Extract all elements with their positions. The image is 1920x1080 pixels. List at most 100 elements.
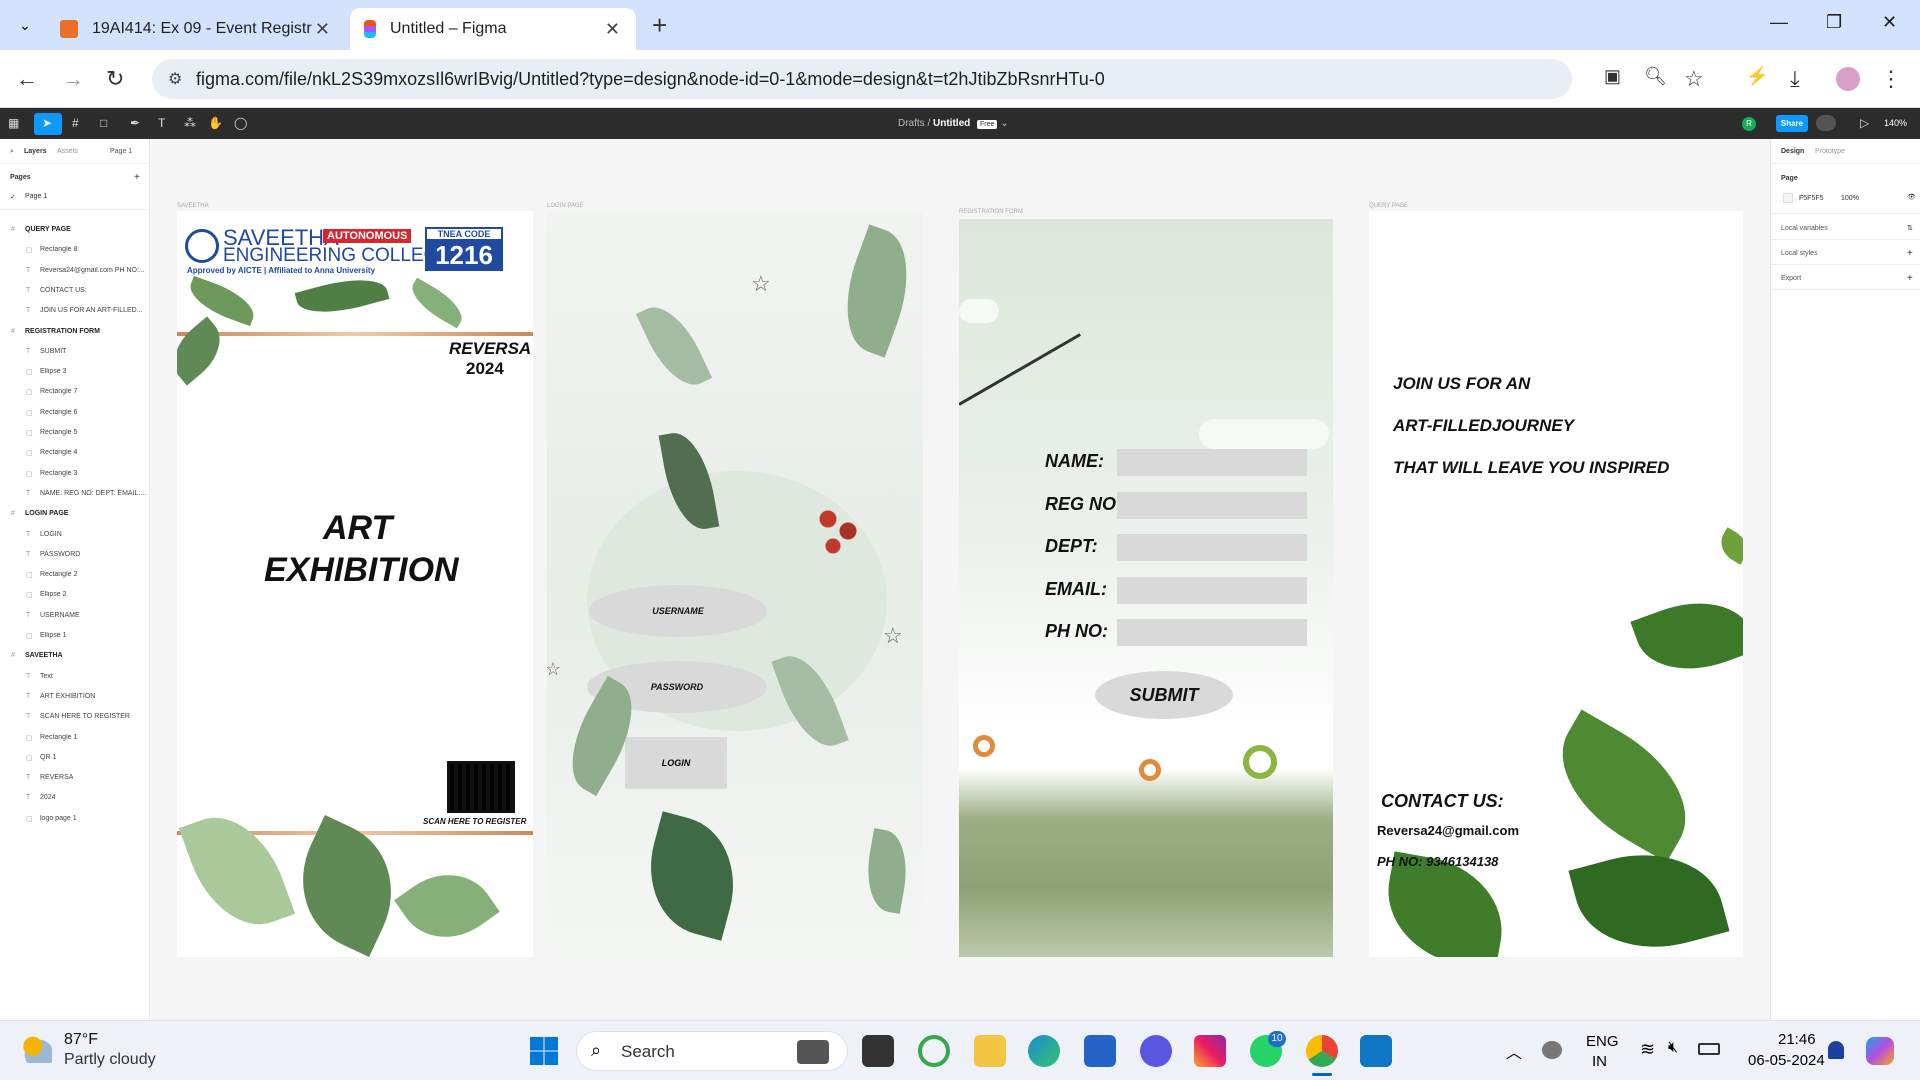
resources-icon[interactable]: ⁂ (184, 116, 196, 130)
page-selector[interactable]: Page 1 (110, 148, 132, 155)
add-export-icon[interactable]: + (1907, 273, 1913, 284)
local-styles[interactable]: Local styles (1781, 250, 1818, 257)
clock-time[interactable]: 21:46 (1778, 1031, 1816, 1048)
hand-tool-icon[interactable]: ✋ (208, 116, 223, 130)
extensions-icon[interactable]: ⚡ (1746, 66, 1768, 87)
layers-tab[interactable]: Layers (24, 148, 47, 155)
assets-tab[interactable]: Assets (57, 148, 78, 155)
site-info-icon[interactable]: ⚙ (168, 69, 182, 89)
cast-blocked-icon[interactable]: ▣ (1604, 66, 1621, 87)
store-icon[interactable] (1084, 1035, 1116, 1067)
new-tab-icon[interactable]: + (652, 10, 667, 41)
layer-item[interactable]: Rectangle 6 (40, 409, 77, 416)
form-input[interactable] (1117, 449, 1307, 476)
layer-item[interactable]: Rectangle 2 (40, 571, 77, 578)
layer-item[interactable]: logo page 1 (40, 815, 77, 822)
clock-date[interactable]: 06-05-2024 (1748, 1052, 1825, 1069)
form-input[interactable] (1117, 576, 1307, 604)
page-item[interactable]: Page 1 (25, 193, 47, 200)
close-tab-icon[interactable]: ✕ (315, 19, 330, 40)
forward-icon[interactable]: → (62, 66, 84, 92)
eye-icon[interactable]: 👁︎ (1907, 193, 1916, 201)
chevron-down-icon[interactable]: ⌄ (1000, 118, 1008, 129)
layer-item[interactable]: NAME: REG NO: DEPT: EMAIL:... (40, 490, 146, 497)
present-icon[interactable]: ▷ (1860, 116, 1869, 130)
notification-bell-icon[interactable] (1828, 1041, 1844, 1059)
layer-item[interactable]: JOIN US FOR AN ART-FILLED... (40, 307, 143, 314)
language-line1[interactable]: ENG (1586, 1033, 1619, 1050)
app-icon[interactable] (918, 1035, 950, 1067)
reload-icon[interactable]: ↻ (106, 66, 124, 92)
layer-item[interactable]: Rectangle 3 (40, 470, 77, 477)
main-menu-icon[interactable]: ▦ (8, 116, 19, 130)
start-button[interactable] (530, 1037, 558, 1065)
address-bar[interactable]: ⚙ figma.com/file/nkL2S39mxozsIl6wrIBvig/… (152, 59, 1572, 99)
submit-button[interactable]: SUBMIT (1095, 671, 1233, 719)
layer-item[interactable]: REVERSA (40, 774, 73, 781)
design-tab[interactable]: Design (1781, 148, 1804, 155)
login-button[interactable]: LOGIN (625, 737, 727, 789)
export-section[interactable]: Export (1781, 275, 1801, 282)
layer-item[interactable]: Rectangle 5 (40, 429, 77, 436)
layer-item[interactable]: LOGIN (40, 531, 62, 538)
qr-code[interactable] (447, 761, 515, 813)
variables-icon[interactable]: ⇅ (1907, 224, 1913, 232)
chrome-icon[interactable] (1306, 1035, 1338, 1067)
battery-icon[interactable] (1698, 1043, 1720, 1055)
file-name[interactable]: Untitled (933, 118, 970, 129)
breadcrumb-drafts[interactable]: Drafts (898, 118, 925, 129)
frame-label[interactable]: SAVEETHA (177, 203, 209, 209)
layer-item[interactable]: Rectangle 4 (40, 449, 77, 456)
layer-item[interactable]: Ellipse 3 (40, 368, 66, 375)
add-style-icon[interactable]: + (1907, 248, 1913, 259)
figma-canvas[interactable]: SAVEETHA LOGIN PAGE REGISTRATION FORM QU… (151, 139, 1770, 1020)
zoom-icon[interactable]: 🔍︎ (1644, 66, 1667, 87)
close-window-icon[interactable]: ✕ (1882, 12, 1897, 33)
comment-tool-icon[interactable]: ◯ (234, 116, 247, 130)
layer-item[interactable]: SCAN HERE TO REGISTER (40, 713, 130, 720)
layer-item[interactable]: Rectangle 1 (40, 734, 77, 741)
chrome-menu-icon[interactable]: ⋮ (1880, 66, 1902, 92)
layer-item[interactable]: Ellipse 1 (40, 632, 66, 639)
volume-muted-icon[interactable]: 🔇︎ (1668, 1039, 1678, 1057)
bookmark-star-icon[interactable]: ☆ (1684, 66, 1704, 92)
chevron-up-icon[interactable]: ︿ (1506, 1039, 1522, 1063)
close-tab-icon[interactable]: ✕ (605, 19, 620, 40)
page-color-value[interactable]: F5F5F5 (1799, 195, 1824, 202)
wifi-icon[interactable]: ≋ (1640, 1039, 1655, 1060)
frame-label[interactable]: REGISTRATION FORM (959, 209, 1023, 215)
copilot-icon[interactable] (1866, 1037, 1894, 1065)
form-input[interactable] (1117, 534, 1307, 561)
download-icon[interactable]: ⤓ (1790, 66, 1800, 92)
text-tool-icon[interactable]: T (158, 116, 165, 130)
layer-item[interactable]: SUBMIT (40, 348, 66, 355)
tab-search-icon[interactable]: ⌄ (14, 14, 36, 36)
form-input[interactable] (1117, 491, 1307, 519)
layer-item[interactable]: 2024 (40, 794, 56, 801)
username-field[interactable]: USERNAME (589, 585, 767, 637)
login-frame[interactable]: ☆ ☆ ☆ USERNAME PASSWORD LOGIN (547, 211, 923, 957)
user-avatar[interactable]: R (1742, 117, 1756, 131)
search-icon[interactable]: ⌕ (10, 148, 14, 156)
frame-tool-icon[interactable]: # (72, 116, 79, 130)
app-icon[interactable] (1140, 1035, 1172, 1067)
vscode-icon[interactable] (1360, 1035, 1392, 1067)
security-icon[interactable] (1542, 1041, 1562, 1059)
frame-label[interactable]: LOGIN PAGE (547, 203, 584, 209)
layer-item[interactable]: Rectangle 8 (40, 246, 77, 253)
prototype-tab[interactable]: Prototype (1815, 148, 1845, 155)
profile-avatar[interactable] (1836, 67, 1860, 91)
layer-group[interactable]: QUERY PAGE (25, 226, 71, 233)
registration-frame[interactable]: NAME: REG NO: DEPT: EMAIL: PH NO: SUBMIT (959, 219, 1333, 957)
restore-icon[interactable]: ❐ (1826, 12, 1842, 33)
saveetha-frame[interactable]: SAVEETHA AUTONOMOUS ENGINEERING COLLEGE … (177, 211, 533, 957)
query-frame[interactable]: JOIN US FOR AN ART-FILLEDJOURNEY THAT WI… (1369, 211, 1743, 957)
weather-desc[interactable]: Partly cloudy (64, 1051, 156, 1069)
local-variables[interactable]: Local variables (1781, 225, 1828, 232)
layer-item[interactable]: CONTACT US: (40, 287, 87, 294)
zoom-level[interactable]: 140% (1884, 118, 1907, 128)
taskbar-search[interactable]: ⌕ Search (576, 1031, 848, 1071)
form-input[interactable] (1117, 619, 1307, 646)
pen-tool-icon[interactable]: ✒ (130, 116, 140, 130)
layer-item[interactable]: Rectangle 7 (40, 388, 77, 395)
